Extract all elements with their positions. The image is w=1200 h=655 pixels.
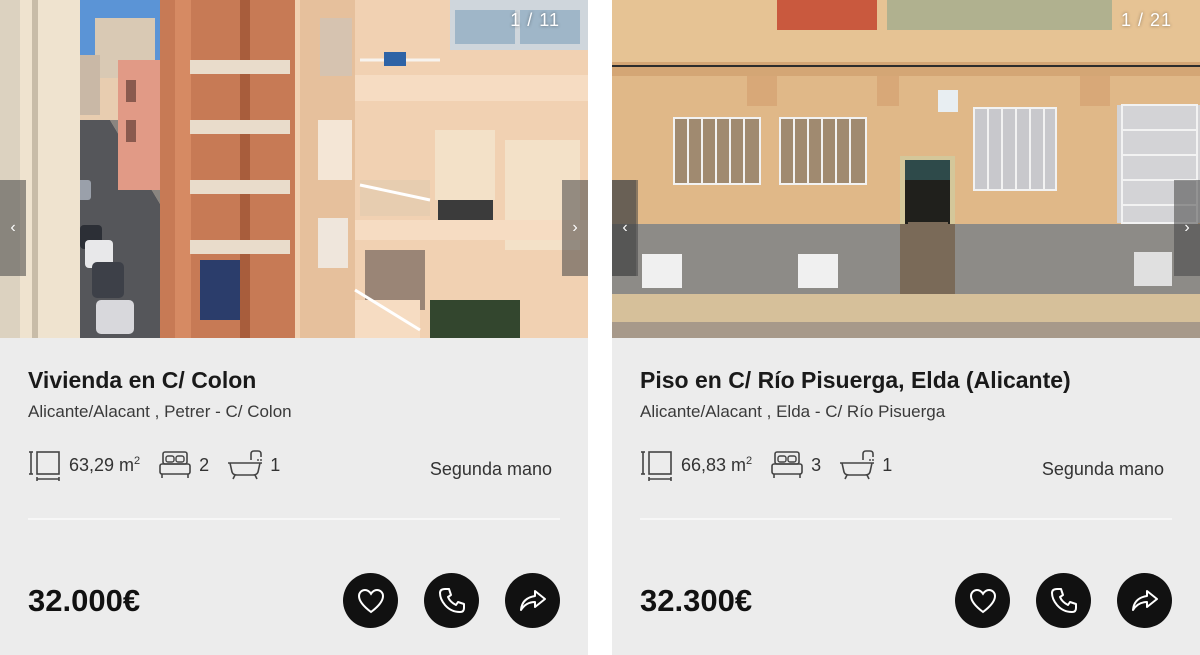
area-icon: [641, 451, 672, 481]
call-button[interactable]: [424, 573, 479, 628]
bathrooms-value: 1: [882, 454, 893, 475]
bed-icon: [771, 451, 803, 478]
phone-icon: [438, 587, 465, 613]
bed-icon: [159, 451, 191, 478]
area-value: 66,83 m2: [681, 454, 753, 475]
chevron-right-icon: ›: [1184, 219, 1190, 236]
share-button[interactable]: [505, 573, 560, 628]
listing-card[interactable]: 1 / 11 ‹ › Vivienda en C/ Colon Alicante…: [0, 0, 588, 655]
bathtub-icon: [228, 450, 263, 480]
listing-features: 63,29 m2 2 1: [28, 448, 298, 482]
prev-photo-button[interactable]: ‹: [0, 180, 26, 276]
bathrooms-feature: 1: [839, 450, 892, 480]
listing-title[interactable]: Piso en C/ Río Pisuerga, Elda (Alicante): [640, 367, 1071, 394]
favorite-button[interactable]: [343, 573, 398, 628]
bedrooms-feature: 2: [158, 450, 209, 480]
favorite-button[interactable]: [955, 573, 1010, 628]
area-feature: 63,29 m2: [28, 449, 140, 481]
chevron-left-icon: ‹: [10, 219, 16, 236]
photo-counter: 1 / 11: [510, 10, 560, 30]
share-arrow-icon: [519, 589, 546, 611]
bedrooms-feature: 3: [770, 450, 821, 480]
photo-counter: 1 / 21: [1120, 10, 1172, 30]
card-divider: [28, 518, 560, 520]
area-icon: [29, 451, 60, 481]
listing-price: 32.300€: [640, 583, 753, 618]
condition-label: Segunda mano: [429, 459, 552, 479]
listing-location: Alicante/Alacant , Elda - C/ Río Pisuerg…: [640, 402, 946, 421]
bedrooms-value: 2: [199, 454, 210, 475]
share-arrow-icon: [1131, 589, 1158, 611]
chevron-left-icon: ‹: [622, 219, 628, 236]
card-actions: [929, 573, 1172, 628]
area-unit-exponent: 2: [134, 454, 141, 467]
condition-label: Segunda mano: [1041, 459, 1164, 479]
listing-card[interactable]: 1 / 21 ‹ › Piso en C/ Río Pisuerga, Elda…: [612, 0, 1200, 655]
area-unit-exponent: 2: [746, 454, 753, 467]
prev-photo-button[interactable]: ‹: [612, 180, 638, 276]
share-button[interactable]: [1117, 573, 1172, 628]
listing-price: 32.000€: [28, 583, 141, 618]
bathtub-icon: [840, 450, 875, 480]
card-actions: [317, 573, 560, 628]
area-value: 63,29 m2: [69, 454, 141, 475]
listing-location: Alicante/Alacant , Petrer - C/ Colon: [28, 402, 292, 421]
call-button[interactable]: [1036, 573, 1091, 628]
heart-icon: [357, 588, 384, 613]
card-divider: [640, 518, 1172, 520]
next-photo-button[interactable]: ›: [562, 180, 588, 276]
building-facade-photo: [612, 0, 1200, 338]
bedrooms-value: 3: [811, 454, 822, 475]
chevron-right-icon: ›: [572, 219, 578, 236]
area-feature: 66,83 m2: [640, 449, 752, 481]
next-photo-button[interactable]: ›: [1174, 180, 1200, 276]
listing-photo[interactable]: 1 / 11 ‹ ›: [0, 0, 588, 338]
listing-photo[interactable]: 1 / 21 ‹ ›: [612, 0, 1200, 338]
bathrooms-feature: 1: [227, 450, 280, 480]
listing-title[interactable]: Vivienda en C/ Colon: [28, 367, 256, 394]
phone-icon: [1050, 587, 1077, 613]
listing-features: 66,83 m2 3 1: [640, 448, 910, 482]
street-building-photo: [0, 0, 588, 338]
heart-icon: [969, 588, 996, 613]
bathrooms-value: 1: [270, 454, 281, 475]
